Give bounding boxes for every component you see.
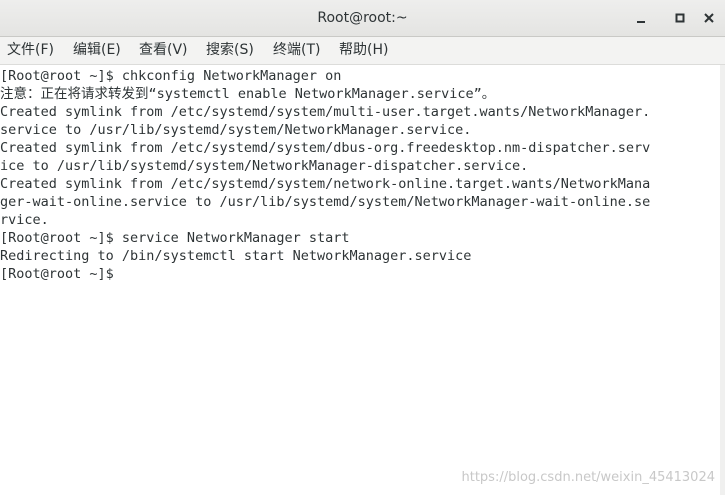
terminal-output[interactable]: [Root@root ~]$ chkconfig NetworkManager …: [0, 65, 720, 495]
terminal-line: [Root@root ~]$ chkconfig NetworkManager …: [0, 68, 342, 84]
minimize-icon: [637, 21, 645, 23]
title-bar[interactable]: Root@root:~: [0, 0, 725, 37]
menu-terminal[interactable]: 终端(T): [273, 37, 320, 64]
terminal-window: Root@root:~ 文件(F) 编辑(E) 查看(V) 搜索(S) 终端(T…: [0, 0, 725, 495]
terminal-line: service to /usr/lib/systemd/system/Netwo…: [0, 122, 472, 138]
terminal-line: rvice.: [0, 212, 49, 228]
terminal-line: Created symlink from /etc/systemd/system…: [0, 104, 651, 120]
menu-view[interactable]: 查看(V): [139, 37, 188, 64]
menu-bar: 文件(F) 编辑(E) 查看(V) 搜索(S) 终端(T) 帮助(H): [0, 37, 725, 65]
terminal-line: [Root@root ~]$ service NetworkManager st…: [0, 230, 350, 246]
close-icon: [704, 13, 714, 23]
watermark-text: https://blog.csdn.net/weixin_45413024: [461, 470, 715, 485]
terminal-scrollbar[interactable]: [720, 65, 725, 495]
terminal-line: 注意：正在将请求转发到“systemctl enable NetworkMana…: [0, 86, 496, 102]
close-button[interactable]: [697, 6, 721, 30]
window-title: Root@root:~: [317, 10, 408, 26]
menu-edit[interactable]: 编辑(E): [73, 37, 121, 64]
maximize-button[interactable]: [668, 6, 692, 30]
menu-help[interactable]: 帮助(H): [339, 37, 388, 64]
terminal-line: Created symlink from /etc/systemd/system…: [0, 176, 651, 192]
terminal-line: Redirecting to /bin/systemctl start Netw…: [0, 248, 472, 264]
menu-search[interactable]: 搜索(S): [206, 37, 254, 64]
minimize-button[interactable]: [629, 6, 653, 30]
maximize-icon: [675, 13, 685, 23]
terminal-line: Created symlink from /etc/systemd/system…: [0, 140, 651, 156]
terminal-prompt: [Root@root ~]$: [0, 266, 122, 282]
terminal-line: ice to /usr/lib/systemd/system/NetworkMa…: [0, 158, 529, 174]
terminal-line: ger-wait-online.service to /usr/lib/syst…: [0, 194, 651, 210]
menu-file[interactable]: 文件(F): [7, 37, 54, 64]
